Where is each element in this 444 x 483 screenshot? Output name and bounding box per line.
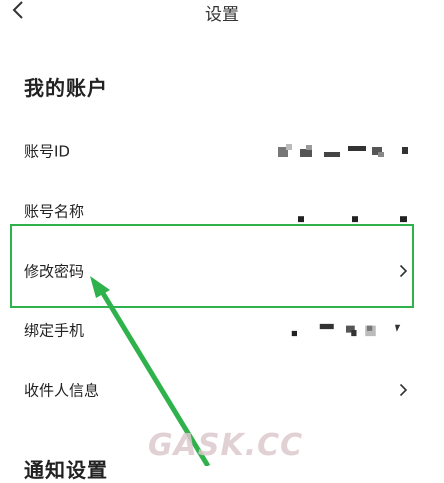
chevron-right-icon bbox=[399, 383, 408, 397]
section-title-account: 我的账户 bbox=[24, 76, 108, 100]
row-label-account-name: 账号名称 bbox=[24, 202, 85, 221]
masked-account-name bbox=[298, 216, 407, 223]
row-label-recipient-info: 收件人信息 bbox=[24, 381, 100, 400]
masked-account-id bbox=[278, 144, 408, 157]
page-title: 设置 bbox=[205, 5, 239, 25]
top-bar: 设置 bbox=[0, 0, 444, 28]
highlight-box bbox=[10, 224, 414, 308]
masked-phone bbox=[291, 323, 401, 337]
watermark: GASK.CC bbox=[148, 428, 304, 463]
row-recipient-info[interactable]: 收件人信息 bbox=[0, 360, 444, 420]
row-label-account-id: 账号ID bbox=[24, 142, 70, 161]
section-title-notification: 通知设置 bbox=[24, 458, 108, 482]
row-label-bind-phone: 绑定手机 bbox=[24, 321, 85, 340]
row-account-id[interactable]: 账号ID bbox=[0, 121, 444, 181]
row-bind-phone[interactable]: 绑定手机 bbox=[0, 300, 444, 360]
